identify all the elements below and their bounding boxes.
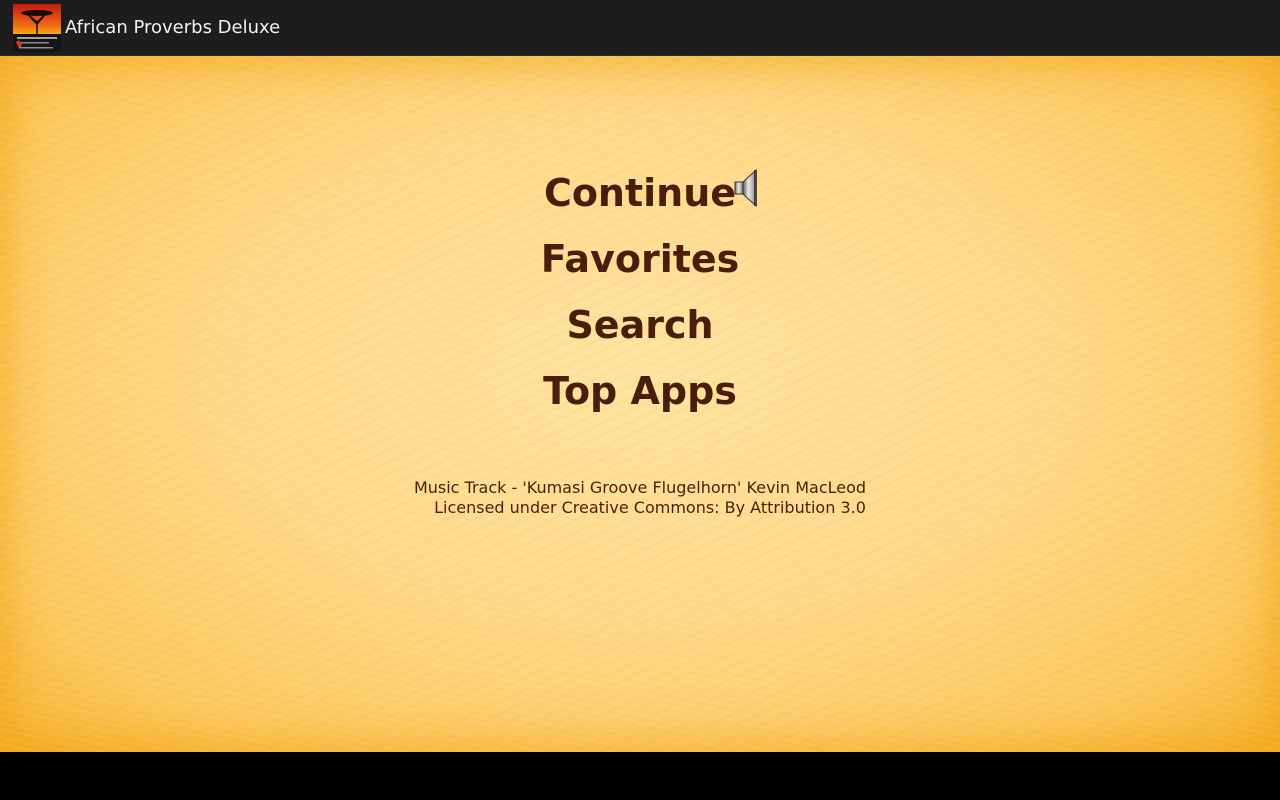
navigation-bar — [0, 752, 1280, 800]
app-logo-icon[interactable] — [13, 4, 61, 52]
top-apps-button[interactable]: Top Apps — [0, 369, 1280, 413]
favorites-button[interactable]: Favorites — [0, 237, 1280, 281]
app-title: African Proverbs Deluxe — [65, 17, 281, 38]
license-credit-line: Licensed under Creative Commons: By Attr… — [434, 498, 866, 517]
search-label: Search — [566, 303, 714, 347]
action-bar: African Proverbs Deluxe — [0, 0, 1280, 56]
continue-label: Continue — [543, 171, 737, 215]
search-button[interactable]: Search — [0, 303, 1280, 347]
top-apps-label: Top Apps — [543, 369, 737, 413]
music-credit-line: Music Track - 'Kumasi Groove Flugelhorn'… — [413, 478, 867, 497]
main-menu-screen: Continue Favorites Search Top Apps Music… — [0, 56, 1280, 752]
favorites-label: Favorites — [540, 237, 740, 281]
continue-button[interactable]: Continue — [0, 171, 1280, 215]
speaker-icon[interactable] — [732, 167, 762, 209]
